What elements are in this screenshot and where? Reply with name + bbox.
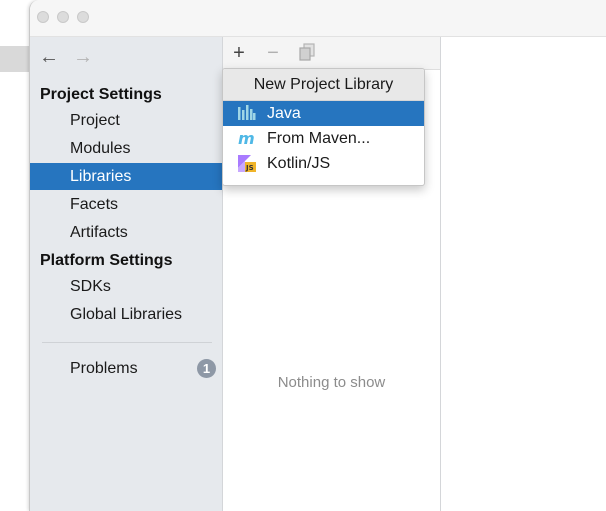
problems-count-badge: 1 xyxy=(197,359,216,378)
settings-sidebar: ← → Project Settings Project Modules Lib… xyxy=(30,37,223,511)
java-library-icon xyxy=(237,104,257,123)
sidebar-item-project[interactable]: Project xyxy=(30,107,222,134)
popup-item-from-maven[interactable]: m From Maven... xyxy=(223,126,424,151)
background-window xyxy=(0,0,30,511)
sidebar-item-artifacts[interactable]: Artifacts xyxy=(30,219,222,246)
libraries-toolbar: + − xyxy=(223,37,440,70)
kotlin-js-icon: JS xyxy=(237,154,257,173)
maven-icon: m xyxy=(237,129,257,148)
minimize-window-button[interactable] xyxy=(57,11,69,23)
popup-item-label: From Maven... xyxy=(267,130,371,147)
popup-title: New Project Library xyxy=(223,69,424,101)
minus-icon[interactable]: − xyxy=(263,43,283,63)
sidebar-divider xyxy=(42,342,212,343)
popup-item-kotlin-js[interactable]: JS Kotlin/JS xyxy=(223,151,424,176)
sidebar-item-facets[interactable]: Facets xyxy=(30,191,222,218)
section-project-settings: Project Settings xyxy=(40,86,162,103)
close-window-button[interactable] xyxy=(37,11,49,23)
plus-icon[interactable]: + xyxy=(229,43,249,63)
popup-item-java[interactable]: Java xyxy=(223,101,424,126)
popup-item-label: Kotlin/JS xyxy=(267,155,331,172)
arrow-left-icon[interactable]: ← xyxy=(38,47,60,67)
sidebar-item-sdks[interactable]: SDKs xyxy=(30,273,222,300)
background-window-bar xyxy=(0,46,30,72)
sidebar-item-problems[interactable]: Problems 1 xyxy=(30,355,222,382)
empty-list-text: Nothing to show xyxy=(277,374,386,391)
sidebar-item-global-libraries[interactable]: Global Libraries xyxy=(30,301,222,328)
svg-text:JS: JS xyxy=(245,164,254,172)
svg-text:m: m xyxy=(238,129,255,148)
zoom-window-button[interactable] xyxy=(77,11,89,23)
popup-item-label: Java xyxy=(267,105,301,122)
copy-icon[interactable] xyxy=(297,43,317,63)
sidebar-item-modules[interactable]: Modules xyxy=(30,135,222,162)
new-library-popup: New Project Library Java m From Maven... xyxy=(222,68,425,186)
sidebar-item-label: Problems xyxy=(70,360,138,377)
arrow-right-icon[interactable]: → xyxy=(72,47,94,67)
sidebar-item-libraries[interactable]: Libraries xyxy=(30,163,222,190)
section-platform-settings: Platform Settings xyxy=(40,252,173,269)
title-bar xyxy=(30,0,606,37)
